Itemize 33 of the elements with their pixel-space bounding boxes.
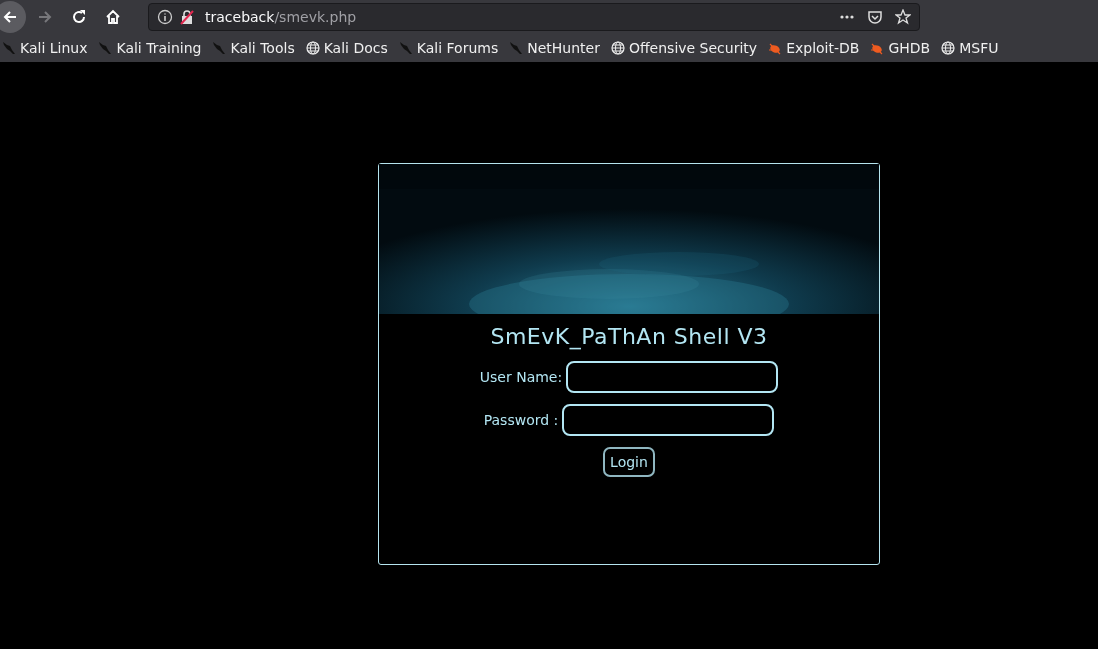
bookmark[interactable]: Kali Training xyxy=(98,40,202,56)
bookmark[interactable]: Kali Linux xyxy=(2,40,88,56)
pocket-icon[interactable] xyxy=(867,9,883,25)
bookmark[interactable]: Kali Docs xyxy=(305,40,388,56)
shell-title: SmEvK_PaThAn Shell V3 xyxy=(490,324,768,349)
bookmark[interactable]: Kali Tools xyxy=(212,40,295,56)
home-icon[interactable] xyxy=(105,9,121,25)
bookmark-star-icon[interactable] xyxy=(895,9,911,25)
back-arrow-icon[interactable] xyxy=(2,9,18,25)
info-icon[interactable] xyxy=(157,9,173,25)
bookmark[interactable]: Kali Forums xyxy=(398,40,499,56)
globe-icon xyxy=(610,41,625,55)
bookmark[interactable]: MSFU xyxy=(941,40,999,56)
forward-arrow-icon[interactable] xyxy=(37,9,53,25)
bookmark[interactable]: Exploit-DB xyxy=(768,40,860,56)
insecure-lock-icon[interactable] xyxy=(179,9,195,25)
input-field[interactable] xyxy=(566,361,779,393)
login-button[interactable]: Login xyxy=(603,447,655,477)
globe-icon xyxy=(305,41,320,55)
reload-icon[interactable] xyxy=(71,9,87,25)
bookmark[interactable]: NetHunter xyxy=(509,40,600,56)
field-label: Password : xyxy=(483,412,559,428)
input-field[interactable] xyxy=(562,404,775,436)
globe-icon xyxy=(941,41,956,55)
url-host: traceback xyxy=(205,9,275,25)
bug-icon xyxy=(870,41,885,55)
bookmark[interactable]: Offensive Security xyxy=(610,40,758,56)
address-bar[interactable]: traceback/smevk.php xyxy=(148,3,920,31)
url-path: /smevk.php xyxy=(274,9,357,25)
back-button[interactable] xyxy=(0,1,26,33)
bookmark[interactable]: GHDB xyxy=(870,40,931,56)
bug-icon xyxy=(768,41,783,55)
field-label: User Name: xyxy=(479,369,563,385)
